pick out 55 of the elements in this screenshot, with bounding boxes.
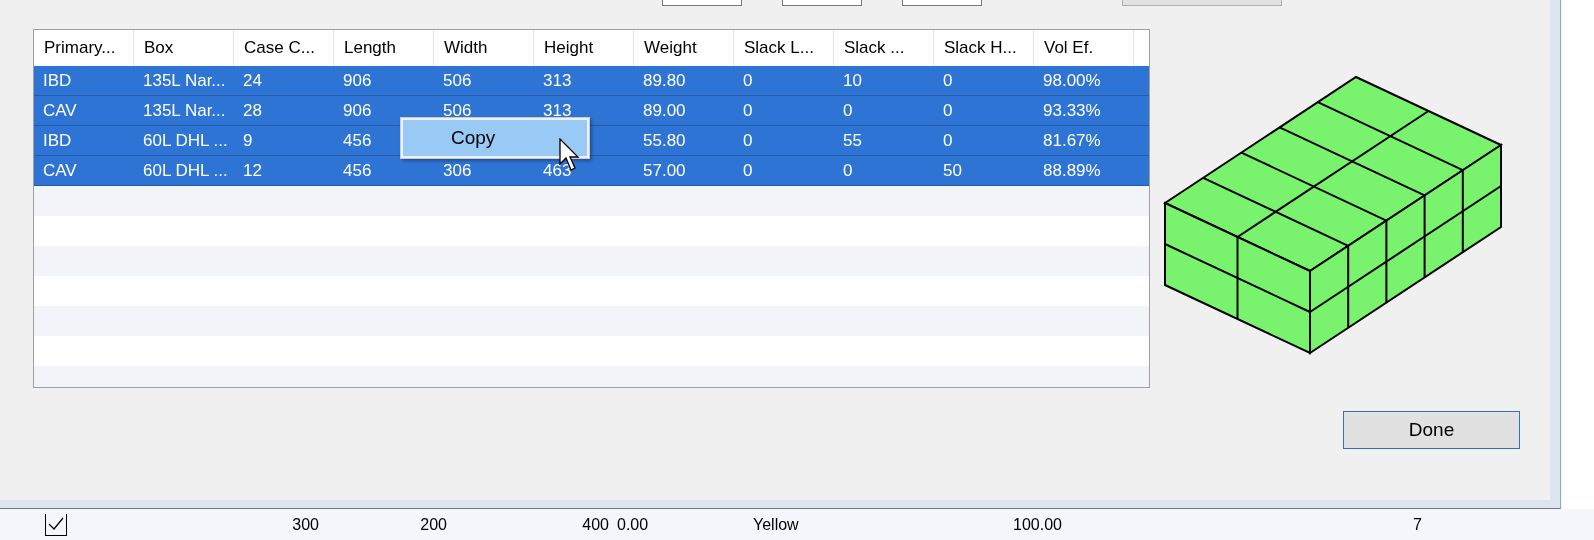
- table-cell: 60L DHL ...: [143, 131, 228, 150]
- table-cell: 28: [243, 101, 262, 120]
- table-cell: 0: [943, 71, 953, 90]
- table-cell: 98.00%: [1043, 71, 1101, 90]
- table-cell: 10: [843, 71, 862, 90]
- table-cell: CAV: [43, 101, 77, 120]
- done-button[interactable]: Done: [1343, 411, 1520, 449]
- table-row[interactable]: IBD 135L Nar... 24 906 506 313 89.80 0 10 0 98.00%: [34, 66, 1149, 96]
- table-cell: 0: [743, 101, 753, 120]
- table-cell: 88.89%: [1043, 161, 1101, 180]
- table-cell: 300: [292, 515, 319, 533]
- table-cell: 906: [343, 101, 372, 120]
- table-cell: 506: [443, 71, 472, 90]
- table-cell: 463: [543, 161, 572, 180]
- menu-item[interactable]: Copy: [403, 120, 587, 156]
- table-cell: 89.80: [643, 71, 686, 90]
- table-cell: 506: [443, 101, 472, 120]
- table-cell: 135L Nar...: [143, 71, 226, 90]
- table-cell: 89.00: [643, 101, 686, 120]
- table-cell: IBD: [43, 131, 72, 150]
- table-cell: 0: [743, 161, 753, 180]
- table-cell: 313: [543, 71, 572, 90]
- table-cell: 24: [243, 71, 262, 90]
- table-cell: Yellow: [753, 515, 799, 533]
- checkbox[interactable]: [45, 513, 67, 536]
- table-cell: 50: [943, 161, 962, 180]
- table-cell: 100.00: [1013, 515, 1062, 533]
- table-cell: 7: [1413, 515, 1422, 533]
- table-cell: 0: [943, 131, 953, 150]
- table-row[interactable]: CAV 135L Nar... 28 906 506 313 89.00 0 0 0 93.33%: [34, 96, 1149, 126]
- table-cell: 456: [343, 161, 372, 180]
- table-cell: 60L DHL ...: [143, 161, 228, 180]
- table-cell: 400: [582, 515, 609, 533]
- table-cell: 200: [420, 515, 447, 533]
- table-cell: 306: [443, 161, 472, 180]
- table-cell: 57.00: [643, 161, 686, 180]
- table-cell: 0.00: [617, 515, 649, 533]
- table-cell: 0: [743, 71, 753, 90]
- table-cell: CAV: [43, 161, 77, 180]
- table-cell: IBD: [43, 71, 72, 90]
- table-cell: 9: [243, 131, 253, 150]
- table-cell: 81.67%: [1043, 131, 1101, 150]
- table-cell: 313: [543, 101, 572, 120]
- table-cell: 135L Nar...: [143, 101, 226, 120]
- table-cell: 0: [743, 131, 753, 150]
- table-cell: 456: [343, 131, 372, 150]
- table-cell: 55.80: [643, 131, 686, 150]
- table-cell: 55: [843, 131, 862, 150]
- table-cell: 93.33%: [1043, 101, 1101, 120]
- table-cell: 906: [343, 71, 372, 90]
- table-row[interactable]: CAV 60L DHL ... 12 456 306 463 57.00 0 0 50 88.89%: [34, 156, 1149, 186]
- table-cell: 0: [843, 101, 853, 120]
- table-cell: 0: [943, 101, 953, 120]
- table-cell: 12: [243, 161, 262, 180]
- table-cell: 0: [843, 161, 853, 180]
